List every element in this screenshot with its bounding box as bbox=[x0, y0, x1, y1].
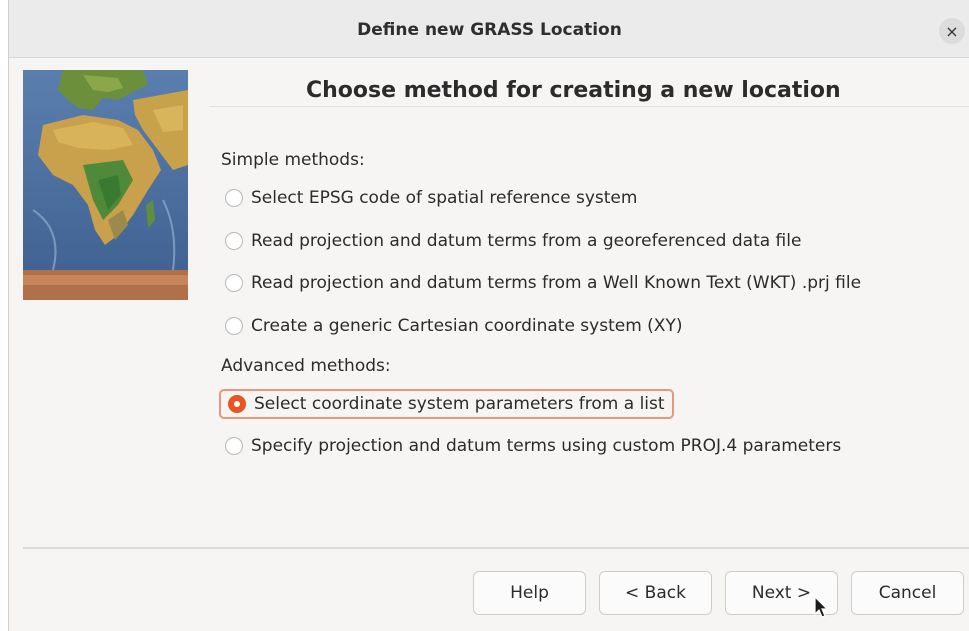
option-coordinate-list[interactable]: Select coordinate system parameters from… bbox=[219, 389, 674, 419]
heading-area: Choose method for creating a new locatio… bbox=[209, 68, 969, 107]
option-georeferenced-file[interactable]: Read projection and datum terms from a g… bbox=[225, 227, 801, 255]
world-map-graphic bbox=[23, 70, 188, 300]
option-custom-proj4[interactable]: Specify projection and datum terms using… bbox=[225, 432, 841, 460]
option-generic-xy[interactable]: Create a generic Cartesian coordinate sy… bbox=[225, 312, 682, 340]
advanced-methods-label: Advanced methods: bbox=[221, 356, 391, 376]
help-button[interactable]: Help bbox=[473, 571, 586, 615]
new-location-dialog: Define new GRASS Location × Choose metho… bbox=[8, 0, 969, 631]
radio-button-selected[interactable] bbox=[228, 395, 246, 413]
radio-button[interactable] bbox=[225, 317, 243, 335]
option-label: Create a generic Cartesian coordinate sy… bbox=[251, 316, 683, 336]
option-label: Specify projection and datum terms using… bbox=[251, 436, 842, 456]
option-label: Read projection and datum terms from a g… bbox=[251, 231, 802, 251]
mouse-pointer-icon bbox=[814, 596, 829, 618]
option-wkt-prj-file[interactable]: Read projection and datum terms from a W… bbox=[225, 269, 861, 297]
world-map-image bbox=[23, 70, 188, 300]
window-title: Define new GRASS Location bbox=[357, 20, 622, 40]
close-button[interactable]: × bbox=[939, 18, 965, 44]
title-bar[interactable]: Define new GRASS Location × bbox=[9, 0, 969, 58]
option-label: Read projection and datum terms from a W… bbox=[251, 273, 862, 293]
simple-methods-label: Simple methods: bbox=[221, 150, 365, 170]
radio-button[interactable] bbox=[225, 189, 243, 207]
back-button[interactable]: < Back bbox=[599, 571, 712, 615]
radio-button[interactable] bbox=[225, 437, 243, 455]
radio-button[interactable] bbox=[225, 232, 243, 250]
option-label: Select coordinate system parameters from… bbox=[254, 394, 665, 414]
option-epsg-code[interactable]: Select EPSG code of spatial reference sy… bbox=[225, 184, 637, 212]
option-label: Select EPSG code of spatial reference sy… bbox=[251, 188, 638, 208]
footer-separator bbox=[23, 547, 969, 549]
page-heading: Choose method for creating a new locatio… bbox=[306, 78, 841, 103]
close-icon: × bbox=[945, 21, 959, 41]
cancel-button[interactable]: Cancel bbox=[851, 571, 964, 615]
radio-button[interactable] bbox=[225, 274, 243, 292]
